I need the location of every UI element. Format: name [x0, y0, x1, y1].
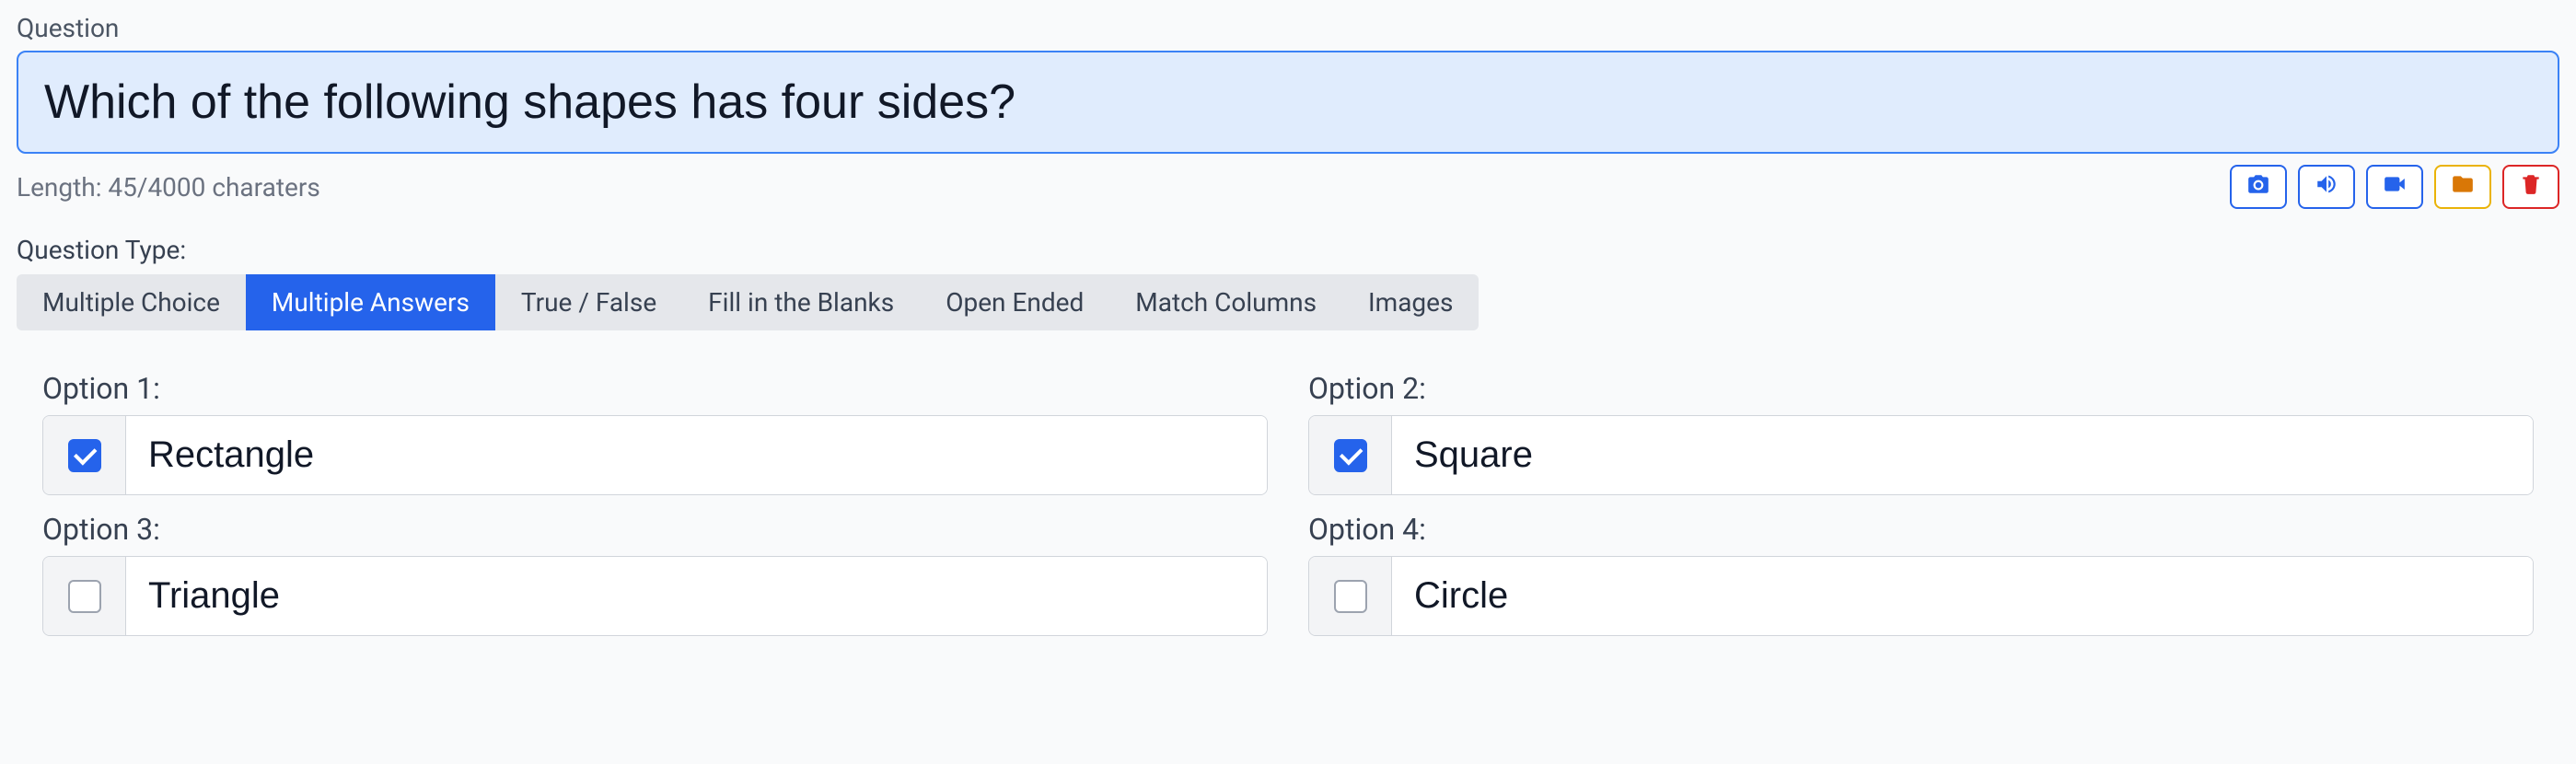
folder-icon: [2451, 172, 2475, 203]
option-label: Option 3:: [42, 512, 1268, 547]
option-input-3[interactable]: [126, 557, 1267, 635]
audio-icon: [2315, 172, 2338, 203]
option-label: Option 2:: [1308, 371, 2534, 406]
add-video-button[interactable]: [2366, 165, 2423, 209]
question-type-tabs: Multiple Choice Multiple Answers True / …: [17, 274, 1479, 330]
option-block-2: Option 2:: [1308, 371, 2534, 495]
option-checkbox-2[interactable]: [1334, 439, 1367, 472]
question-type-label: Question Type:: [17, 235, 2559, 265]
options-grid: Option 1: Option 2: Option 3: Option 4:: [17, 371, 2559, 636]
option-input-2[interactable]: [1392, 416, 2533, 494]
option-block-1: Option 1:: [42, 371, 1268, 495]
tab-fill-blanks[interactable]: Fill in the Blanks: [682, 274, 920, 330]
video-icon: [2383, 172, 2407, 203]
tab-open-ended[interactable]: Open Ended: [920, 274, 1109, 330]
option-row: [42, 415, 1268, 495]
tab-true-false[interactable]: True / False: [495, 274, 682, 330]
option-row: [1308, 556, 2534, 636]
tab-multiple-choice[interactable]: Multiple Choice: [17, 274, 246, 330]
browse-file-button[interactable]: [2434, 165, 2491, 209]
option-label: Option 4:: [1308, 512, 2534, 547]
option-checkbox-1[interactable]: [68, 439, 101, 472]
option-label: Option 1:: [42, 371, 1268, 406]
option-input-4[interactable]: [1392, 557, 2533, 635]
option-input-1[interactable]: [126, 416, 1267, 494]
question-label: Question: [17, 13, 2559, 43]
trash-icon: [2519, 172, 2543, 203]
option-block-4: Option 4:: [1308, 512, 2534, 636]
option-block-3: Option 3:: [42, 512, 1268, 636]
option-check-wrap: [43, 416, 126, 494]
tab-multiple-answers[interactable]: Multiple Answers: [246, 274, 495, 330]
option-check-wrap: [1309, 416, 1392, 494]
option-check-wrap: [1309, 557, 1392, 635]
camera-icon: [2246, 172, 2270, 203]
option-checkbox-3[interactable]: [68, 580, 101, 613]
add-audio-button[interactable]: [2298, 165, 2355, 209]
option-checkbox-4[interactable]: [1334, 580, 1367, 613]
media-action-buttons: [2230, 165, 2559, 209]
question-input[interactable]: [17, 51, 2559, 154]
tab-images[interactable]: Images: [1342, 274, 1479, 330]
delete-button[interactable]: [2502, 165, 2559, 209]
length-counter: Length: 45/4000 charaters: [17, 172, 320, 203]
option-check-wrap: [43, 557, 126, 635]
tab-match-columns[interactable]: Match Columns: [1109, 274, 1342, 330]
add-image-button[interactable]: [2230, 165, 2287, 209]
option-row: [1308, 415, 2534, 495]
option-row: [42, 556, 1268, 636]
